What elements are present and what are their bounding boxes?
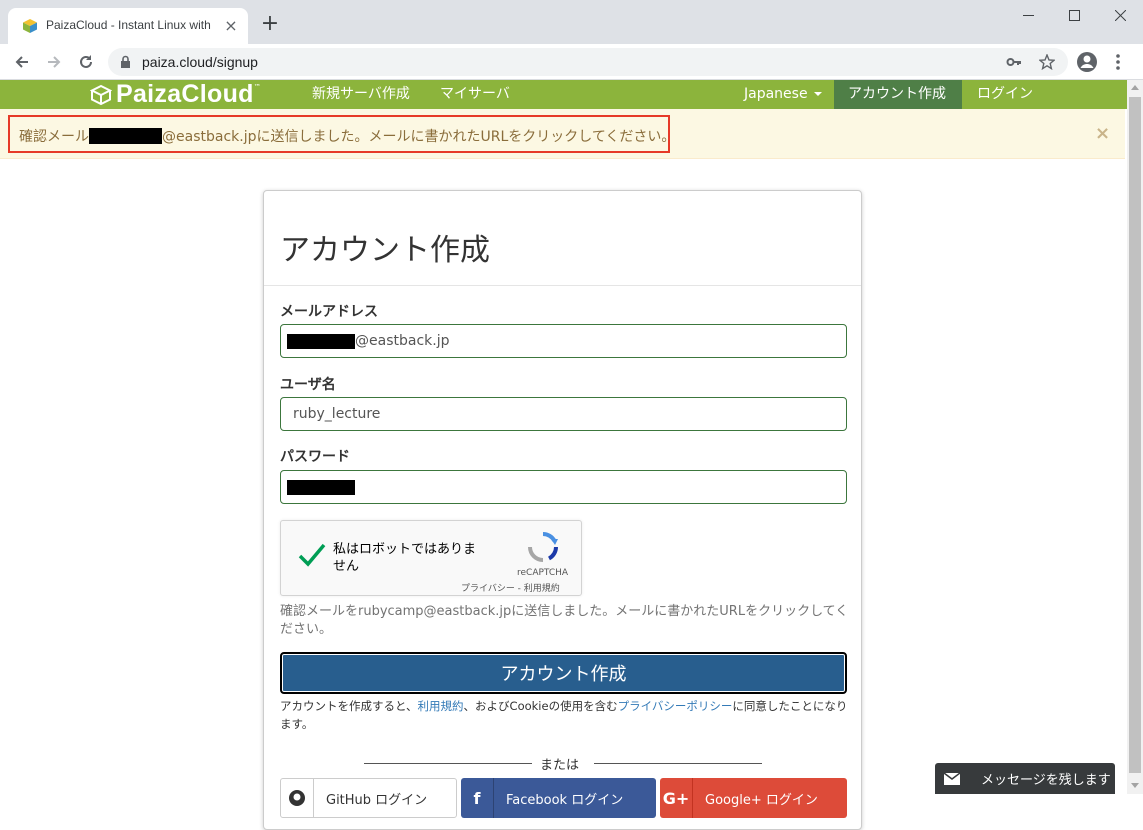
confirmation-alert: 確認メールを @eastback.jpに送信しました。メールに書かれたURLをク… bbox=[0, 109, 1125, 159]
back-arrow-icon[interactable] bbox=[8, 48, 36, 76]
chat-widget[interactable]: メッセージを残します bbox=[935, 763, 1115, 794]
username-field[interactable]: ruby_lecture bbox=[280, 397, 847, 431]
lock-icon bbox=[121, 55, 130, 68]
nav-login[interactable]: ログイン bbox=[963, 80, 1047, 109]
paizacloud-logo-icon bbox=[90, 84, 112, 105]
redacted-password-box bbox=[287, 479, 355, 495]
terms-middle: 、およびCookieの使用を含む bbox=[463, 699, 618, 713]
facebook-icon: f bbox=[461, 778, 494, 818]
maximize-icon[interactable] bbox=[1051, 0, 1097, 30]
github-login-button[interactable]: GitHub ログイン bbox=[280, 778, 457, 818]
browser-menu-icon[interactable] bbox=[1104, 48, 1132, 76]
or-divider-right bbox=[594, 763, 762, 764]
password-label: パスワード bbox=[280, 449, 350, 465]
tab-close-icon[interactable]: × bbox=[222, 17, 240, 35]
language-dropdown[interactable]: Japanese bbox=[730, 80, 836, 109]
alert-suffix: @eastback.jpに送信しました。メールに書かれたURLをクリックしてくだ… bbox=[162, 129, 676, 145]
nav-my-server[interactable]: マイサーバ bbox=[426, 80, 524, 109]
scroll-up-arrow-icon[interactable] bbox=[1131, 85, 1139, 90]
signup-submit-button[interactable]: アカウント作成 bbox=[280, 652, 847, 694]
recaptcha-brand: reCAPTCHA bbox=[517, 568, 569, 578]
email-field[interactable]: @eastback.jp bbox=[280, 324, 847, 358]
google-plus-icon: G+ bbox=[660, 778, 693, 818]
page-title: アカウント作成 bbox=[280, 233, 490, 268]
or-separator: または bbox=[540, 758, 580, 773]
language-label: Japanese bbox=[744, 86, 808, 102]
forward-arrow-icon[interactable] bbox=[40, 48, 68, 76]
site-navbar: PaizaCloud ™ 新規サーバ作成 マイサーバ Japanese アカウン… bbox=[0, 80, 1127, 109]
caret-down-icon bbox=[813, 92, 822, 96]
redacted-email-box bbox=[287, 333, 355, 349]
github-icon bbox=[281, 779, 314, 817]
terms-link[interactable]: 利用規約 bbox=[418, 699, 464, 713]
username-label: ユーザ名 bbox=[280, 377, 336, 393]
redacted-email-box bbox=[89, 128, 162, 144]
envelope-icon bbox=[935, 772, 969, 785]
alert-message: 確認メールを @eastback.jpに送信しました。メールに書かれたURLをク… bbox=[19, 126, 675, 146]
minimize-icon[interactable] bbox=[1005, 0, 1051, 30]
recaptcha-widget: 私はロボットではありません reCAPTCHA プライバシー - 利用規約 bbox=[280, 520, 582, 596]
browser-tab[interactable]: PaizaCloud - Instant Linux with Web × bbox=[8, 8, 248, 44]
browser-chrome: PaizaCloud - Instant Linux with Web × + bbox=[0, 0, 1143, 80]
recaptcha-label: 私はロボットではありません bbox=[333, 542, 477, 574]
profile-avatar-icon[interactable] bbox=[1073, 48, 1101, 76]
scroll-thumb[interactable] bbox=[1129, 97, 1141, 773]
terms-prefix: アカウントを作成すると、 bbox=[280, 699, 418, 713]
chat-label: メッセージを残します bbox=[981, 773, 1111, 788]
new-tab-button[interactable]: + bbox=[258, 13, 282, 37]
or-divider-left bbox=[364, 763, 532, 764]
scroll-down-arrow-icon[interactable] bbox=[1131, 783, 1139, 788]
google-login-button[interactable]: G+ Google+ ログイン bbox=[660, 778, 847, 818]
page-scrollbar[interactable] bbox=[1127, 80, 1143, 794]
github-label: GitHub ログイン bbox=[326, 792, 428, 808]
nav-new-server[interactable]: 新規サーバ作成 bbox=[298, 80, 424, 109]
logo-text: PaizaCloud bbox=[116, 80, 254, 108]
google-label: Google+ ログイン bbox=[705, 792, 818, 808]
password-field[interactable] bbox=[280, 470, 847, 504]
key-icon[interactable] bbox=[1006, 54, 1022, 70]
paizacloud-logo[interactable]: PaizaCloud ™ bbox=[90, 80, 261, 109]
url-text: paiza.cloud/signup bbox=[142, 54, 258, 70]
nav-signup[interactable]: アカウント作成 bbox=[834, 80, 962, 109]
address-bar[interactable]: paiza.cloud/signup bbox=[108, 48, 1068, 76]
privacy-policy-link[interactable]: プライバシーポリシー bbox=[618, 699, 733, 713]
alert-close-icon[interactable]: × bbox=[1095, 123, 1110, 144]
terms-text: アカウントを作成すると、利用規約、およびCookieの使用を含むプライバシーポリ… bbox=[280, 697, 850, 733]
signup-card: アカウント作成 メールアドレス @eastback.jp ユーザ名 ruby_l… bbox=[263, 190, 862, 830]
facebook-label: Facebook ログイン bbox=[506, 792, 624, 808]
alert-highlight-box: 確認メールを @eastback.jpに送信しました。メールに書かれたURLをク… bbox=[8, 115, 675, 153]
logo-trademark: ™ bbox=[253, 82, 261, 91]
tab-title: PaizaCloud - Instant Linux with Web bbox=[46, 18, 214, 32]
browser-toolbar: paiza.cloud/signup bbox=[0, 44, 1143, 80]
email-label: メールアドレス bbox=[280, 304, 378, 320]
bookmark-star-icon[interactable] bbox=[1039, 54, 1055, 70]
email-value: @eastback.jp bbox=[355, 333, 450, 349]
tab-bar: PaizaCloud - Instant Linux with Web × + bbox=[0, 0, 1143, 44]
checkmark-icon[interactable] bbox=[297, 541, 327, 569]
facebook-login-button[interactable]: f Facebook ログイン bbox=[461, 778, 656, 818]
recaptcha-links[interactable]: プライバシー - 利用規約 bbox=[461, 581, 560, 594]
paizacloud-favicon-icon bbox=[23, 19, 37, 33]
recaptcha-logo-icon bbox=[528, 532, 558, 562]
help-text: 確認メールをrubycamp@eastback.jpに送信しました。メールに書か… bbox=[280, 604, 849, 637]
title-divider bbox=[264, 285, 861, 286]
window-close-icon[interactable] bbox=[1097, 0, 1143, 30]
reload-icon[interactable] bbox=[72, 48, 100, 76]
